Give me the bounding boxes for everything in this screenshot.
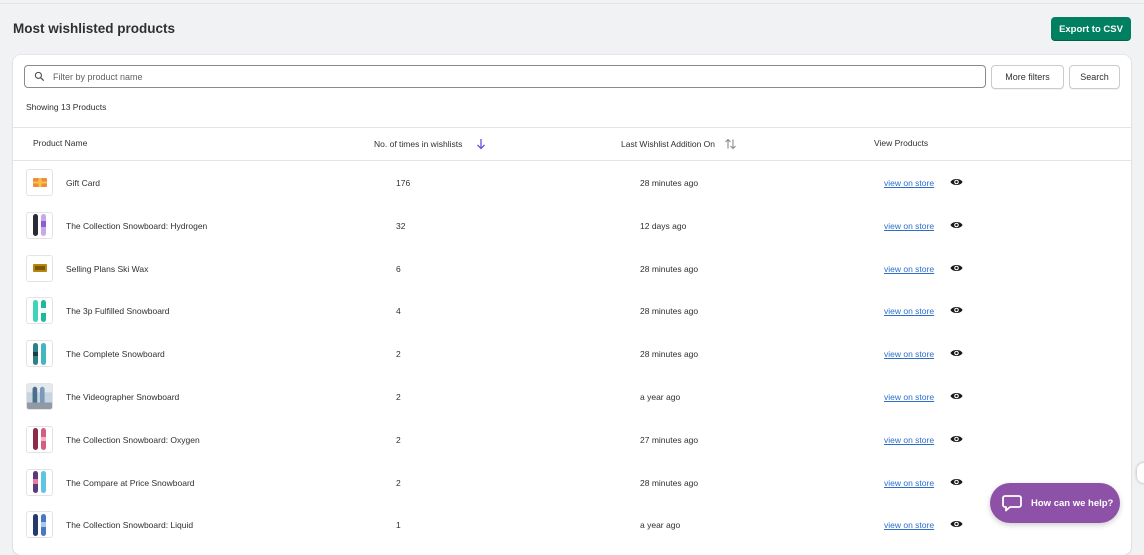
- last-addition: a year ago: [640, 391, 681, 402]
- eye-icon[interactable]: [950, 263, 963, 273]
- product-thumbnail: [26, 211, 53, 239]
- product-name: The Compare at Price Snowboard: [66, 477, 195, 488]
- search-icon: [25, 66, 53, 87]
- column-label: Last Wishlist Addition On: [621, 139, 716, 149]
- view-on-store-link[interactable]: view on store: [884, 264, 934, 274]
- product-name: The Collection Snowboard: Oxygen: [66, 434, 200, 445]
- view-on-store-link[interactable]: view on store: [884, 435, 934, 445]
- side-widget-tab[interactable]: [1137, 463, 1144, 483]
- last-addition: 28 minutes ago: [640, 263, 699, 274]
- last-addition: 28 minutes ago: [640, 306, 699, 317]
- view-on-store-link[interactable]: view on store: [884, 306, 934, 316]
- last-addition: 12 days ago: [640, 220, 687, 231]
- table-row: The 3p Fulfilled Snowboard 4 28 minutes …: [13, 289, 1131, 332]
- product-name: The Collection Snowboard: Hydrogen: [66, 220, 208, 231]
- table-row: The Compare at Price Snowboard 2 28 minu…: [13, 461, 1131, 504]
- table-row: The Collection Snowboard: Oxygen 2 27 mi…: [13, 418, 1131, 461]
- search-button[interactable]: Search: [1069, 65, 1120, 89]
- wishlist-count: 2: [396, 477, 401, 488]
- column-header-last-addition[interactable]: Last Wishlist Addition On: [621, 138, 737, 150]
- eye-icon[interactable]: [950, 519, 963, 529]
- wishlist-count: 2: [396, 349, 401, 360]
- eye-icon[interactable]: [950, 477, 963, 487]
- product-name: The Complete Snowboard: [66, 349, 165, 360]
- view-on-store-link[interactable]: view on store: [884, 178, 934, 188]
- last-addition: 27 minutes ago: [640, 434, 699, 445]
- product-name: The 3p Fulfilled Snowboard: [66, 306, 170, 317]
- eye-icon[interactable]: [950, 220, 963, 230]
- help-chat-button[interactable]: How can we help?: [990, 483, 1120, 523]
- column-header-view-products: View Products: [874, 138, 928, 148]
- table-row: Gift Card 176 28 minutes ago view on sto…: [13, 161, 1131, 204]
- product-thumbnail: [26, 511, 53, 539]
- product-name: Gift Card: [66, 178, 101, 188]
- column-label: View Products: [874, 138, 929, 148]
- wishlist-count: 2: [396, 391, 401, 402]
- product-name: Selling Plans Ski Wax: [66, 263, 149, 274]
- product-thumbnail: [26, 254, 53, 282]
- wishlist-count: 32: [396, 220, 406, 231]
- wishlist-count: 176: [396, 178, 411, 188]
- column-header-wishlist-count[interactable]: No. of times in wishlists: [374, 138, 486, 150]
- table-row: The Collection Snowboard: Liquid 1 a yea…: [13, 503, 1131, 546]
- view-on-store-link[interactable]: view on store: [884, 349, 934, 359]
- table-row: The Collection Snowboard: Hydrogen 32 12…: [13, 204, 1131, 247]
- eye-icon[interactable]: [950, 348, 963, 358]
- view-on-store-link[interactable]: view on store: [884, 221, 934, 231]
- product-thumbnail: [26, 468, 53, 496]
- product-thumbnail: [26, 169, 53, 196]
- results-count: Showing 13 Products: [26, 102, 107, 112]
- wishlist-count: 1: [396, 520, 401, 531]
- sort-toggle-icon[interactable]: [724, 138, 737, 150]
- view-on-store-link[interactable]: view on store: [884, 478, 934, 488]
- product-table-body: Gift Card 176 28 minutes ago view on sto…: [13, 161, 1131, 546]
- table-row: Selling Plans Ski Wax 6 28 minutes ago v…: [13, 247, 1131, 290]
- eye-icon[interactable]: [950, 391, 963, 401]
- top-divider: [0, 3, 1144, 4]
- last-addition: 28 minutes ago: [640, 477, 699, 488]
- eye-icon[interactable]: [950, 434, 963, 444]
- product-name: The Collection Snowboard: Liquid: [66, 520, 194, 531]
- products-card: More filters Search Showing 13 Products …: [13, 55, 1131, 555]
- column-label: No. of times in wishlists: [374, 139, 463, 149]
- table-row: The Complete Snowboard 2 28 minutes ago …: [13, 332, 1131, 375]
- more-filters-button[interactable]: More filters: [991, 65, 1064, 89]
- wishlist-count: 2: [396, 434, 401, 445]
- eye-icon[interactable]: [950, 177, 963, 187]
- chat-bubble-icon: [1002, 495, 1022, 512]
- view-on-store-link[interactable]: view on store: [884, 392, 934, 402]
- product-thumbnail: [26, 297, 53, 325]
- view-on-store-link[interactable]: view on store: [884, 520, 934, 530]
- table-header: Product Name No. of times in wishlists L…: [13, 127, 1131, 161]
- last-addition: a year ago: [640, 520, 681, 531]
- last-addition: 28 minutes ago: [640, 178, 699, 188]
- export-csv-button[interactable]: Export to CSV: [1051, 17, 1131, 41]
- product-name: The Videographer Snowboard: [66, 391, 180, 402]
- eye-icon[interactable]: [950, 305, 963, 315]
- product-thumbnail: [26, 425, 53, 453]
- page-title: Most wishlisted products: [13, 21, 176, 36]
- search-input[interactable]: [53, 71, 985, 82]
- product-thumbnail: [26, 340, 53, 368]
- table-row: The Videographer Snowboard 2 a year ago …: [13, 375, 1131, 418]
- wishlist-count: 4: [396, 306, 401, 317]
- help-label: How can we help?: [1031, 497, 1114, 509]
- search-field[interactable]: [24, 65, 986, 88]
- column-label: Product Name: [33, 138, 88, 148]
- column-header-product-name: Product Name: [33, 138, 87, 148]
- sort-descending-icon[interactable]: [476, 138, 486, 150]
- last-addition: 28 minutes ago: [640, 349, 699, 360]
- product-thumbnail: [26, 382, 53, 410]
- wishlist-count: 6: [396, 263, 401, 274]
